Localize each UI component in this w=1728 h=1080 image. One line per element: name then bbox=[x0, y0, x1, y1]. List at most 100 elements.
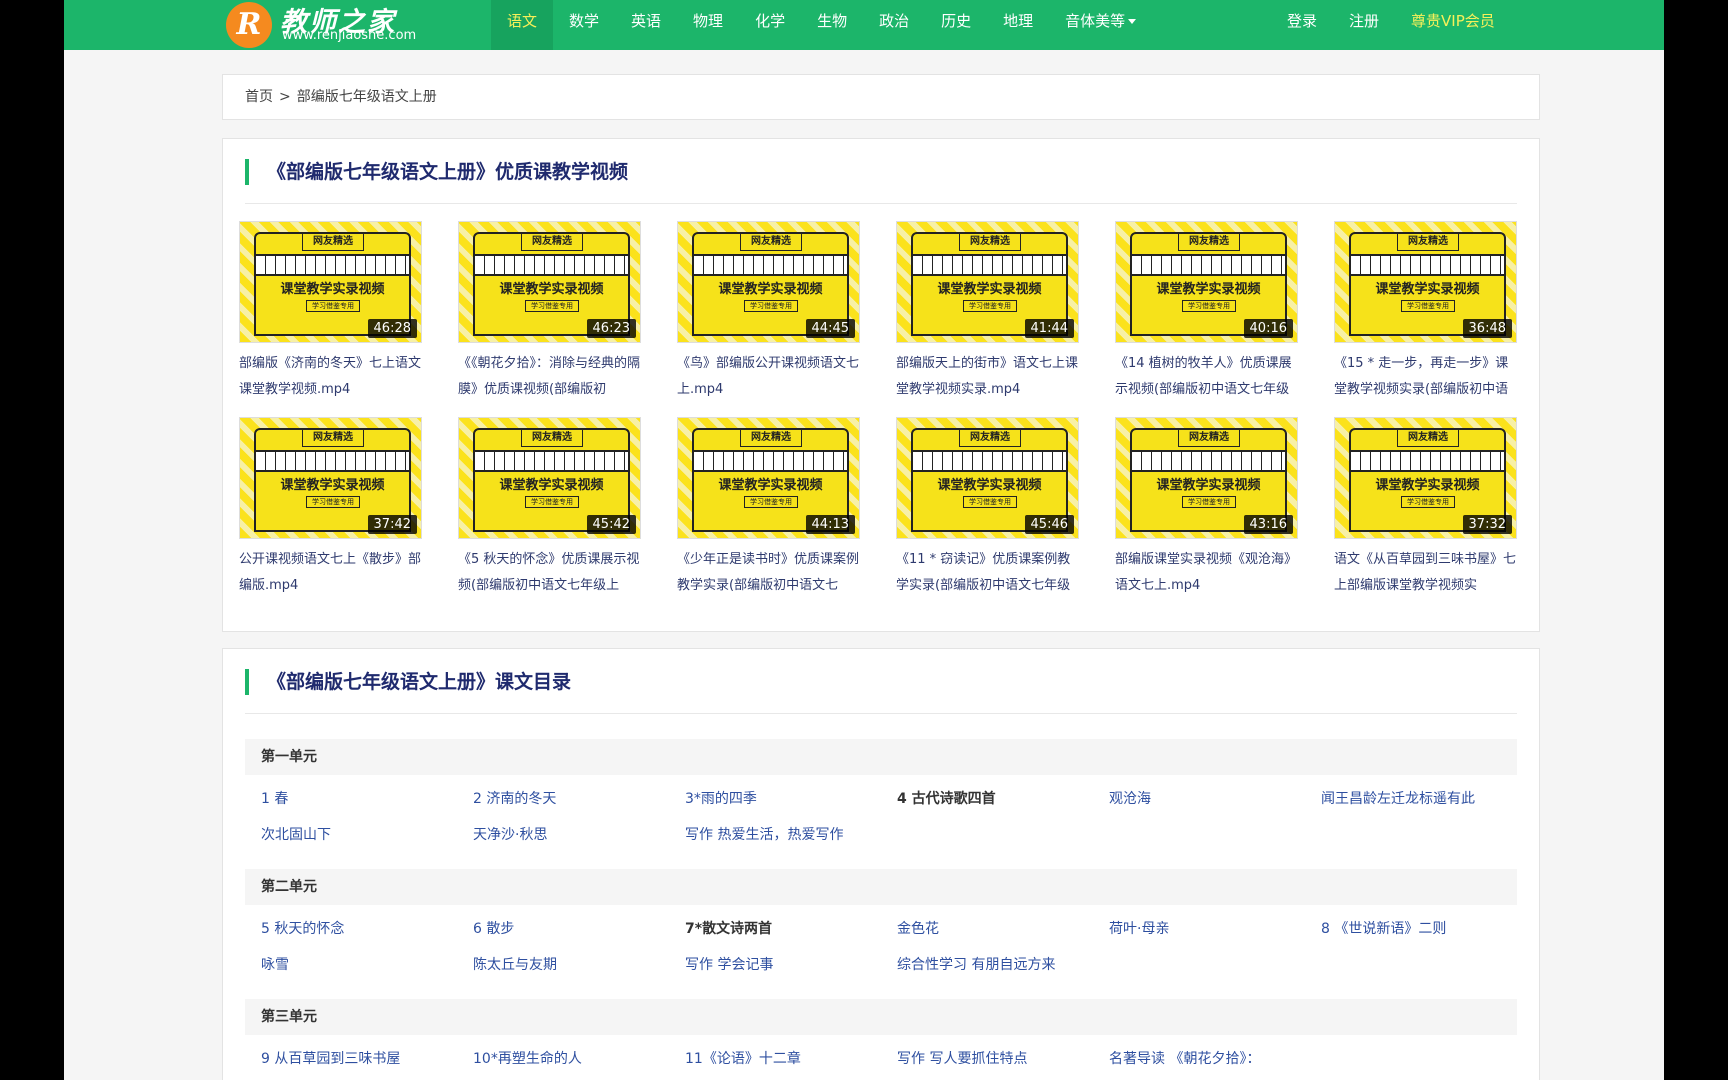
video-card[interactable]: 网友精选 课堂教学实录视频 学习借鉴专用 46:28 部编版《济南的冬天》七上语文课堂教… bbox=[239, 221, 422, 403]
lesson-link[interactable]: 8 《世说新语》二则 bbox=[1321, 919, 1533, 939]
video-card[interactable]: 网友精选 课堂教学实录视频 学习借鉴专用 46:23 《《朝花夕拾》：消除与经典的隔膜》… bbox=[458, 221, 641, 403]
lesson-link[interactable]: 3*雨的四季 bbox=[685, 789, 897, 809]
lesson-link[interactable]: 名著导读 《朝花夕拾》： bbox=[1109, 1049, 1321, 1069]
video-card[interactable]: 网友精选 课堂教学实录视频 学习借鉴专用 44:45 《鸟》部编版公开课视频语文七上.m… bbox=[677, 221, 860, 403]
video-thumbnail[interactable]: 网友精选 课堂教学实录视频 学习借鉴专用 41:44 bbox=[896, 221, 1079, 343]
lesson-link[interactable]: 1 春 bbox=[261, 789, 473, 809]
toc-row: 1 春2 济南的冬天 3*雨的四季 4 古代诗歌四首 观沧海 闻王昌龄左迁龙标遥有此 bbox=[261, 789, 1533, 809]
video-title[interactable]: 《5 秋天的怀念》优质课展示视频(部编版初中语文七年级上 bbox=[458, 547, 641, 599]
caret-down-icon bbox=[1128, 19, 1137, 24]
video-thumbnail[interactable]: 网友精选 课堂教学实录视频 学习借鉴专用 46:28 bbox=[239, 221, 422, 343]
video-title[interactable]: 语文《从百草园到三味书屋》七上部编版课堂教学视频实 bbox=[1334, 547, 1517, 599]
nav-math[interactable]: 数学 bbox=[553, 0, 615, 50]
awning-graphic bbox=[475, 254, 628, 276]
lesson-link[interactable]: 陈太丘与友期 bbox=[473, 955, 685, 975]
video-card[interactable]: 网友精选 课堂教学实录视频 学习借鉴专用 45:42 《5 秋天的怀念》优质课展示视频(… bbox=[458, 417, 641, 599]
lesson-link[interactable]: 写作 热爱生活，热爱写作 bbox=[685, 825, 897, 845]
breadcrumb-home[interactable]: 首页 bbox=[245, 89, 273, 105]
nav-geography[interactable]: 地理 bbox=[987, 0, 1049, 50]
video-duration: 46:28 bbox=[367, 319, 417, 338]
video-thumbnail[interactable]: 网友精选 课堂教学实录视频 学习借鉴专用 44:13 bbox=[677, 417, 860, 539]
thumb-tag: 网友精选 bbox=[740, 429, 802, 447]
video-thumbnail[interactable]: 网友精选 课堂教学实录视频 学习借鉴专用 45:46 bbox=[896, 417, 1079, 539]
nav-physics[interactable]: 物理 bbox=[677, 0, 739, 50]
lesson-link[interactable]: 观沧海 bbox=[1109, 789, 1321, 809]
video-card[interactable]: 网友精选 课堂教学实录视频 学习借鉴专用 40:16 《14 植树的牧羊人》优质课展示视… bbox=[1115, 221, 1298, 403]
video-duration: 37:32 bbox=[1462, 515, 1512, 534]
thumb-tag: 网友精选 bbox=[521, 429, 583, 447]
nav-chemistry[interactable]: 化学 bbox=[739, 0, 801, 50]
breadcrumb-current[interactable]: 部编版七年级语文上册 bbox=[297, 89, 437, 105]
lesson-link[interactable]: 7*散文诗两首 bbox=[685, 919, 897, 939]
video-thumbnail[interactable]: 网友精选 课堂教学实录视频 学习借鉴专用 36:48 bbox=[1334, 221, 1517, 343]
site-logo[interactable]: R 教师之家 www.renjiaoshe.com bbox=[226, 0, 491, 50]
nav-chinese[interactable]: 语文 bbox=[491, 0, 554, 50]
awning-graphic bbox=[1132, 254, 1285, 276]
video-thumbnail[interactable]: 网友精选 课堂教学实录视频 学习借鉴专用 43:16 bbox=[1115, 417, 1298, 539]
lesson-link[interactable]: 5 秋天的怀念 bbox=[261, 919, 473, 939]
lesson-link[interactable]: 4 古代诗歌四首 bbox=[897, 789, 1109, 809]
lesson-link[interactable]: 综合性学习 有朋自远方来 bbox=[897, 955, 1109, 975]
video-duration: 45:42 bbox=[586, 515, 636, 534]
video-title[interactable]: 公开课视频语文七上《散步》部编版.mp4 bbox=[239, 547, 422, 599]
thumb-tag: 网友精选 bbox=[302, 233, 364, 251]
toc-row: 9 从百草园到三味书屋 10*再塑生命的人 11《论语》十二章 写作 写人要抓住特点名… bbox=[261, 1049, 1321, 1069]
video-title[interactable]: 《11 * 窃读记》优质课案例教学实录(部编版初中语文七年级 bbox=[896, 547, 1079, 599]
video-card[interactable]: 网友精选 课堂教学实录视频 学习借鉴专用 45:46 《11 * 窃读记》优质课案例教学… bbox=[896, 417, 1079, 599]
thumb-small-label: 学习借鉴专用 bbox=[744, 496, 798, 508]
video-thumbnail[interactable]: 网友精选 课堂教学实录视频 学习借鉴专用 46:23 bbox=[458, 221, 641, 343]
awning-graphic bbox=[475, 450, 628, 472]
video-thumbnail[interactable]: 网友精选 课堂教学实录视频 学习借鉴专用 44:45 bbox=[677, 221, 860, 343]
video-card[interactable]: 网友精选 课堂教学实录视频 学习借鉴专用 37:32 语文《从百草园到三味书屋》七上部编… bbox=[1334, 417, 1517, 599]
video-title[interactable]: 《《朝花夕拾》：消除与经典的隔膜》优质课视频(部编版初 bbox=[458, 351, 641, 403]
video-title[interactable]: 《14 植树的牧羊人》优质课展示视频(部编版初中语文七年级 bbox=[1115, 351, 1298, 403]
video-thumbnail[interactable]: 网友精选 课堂教学实录视频 学习借鉴专用 37:42 bbox=[239, 417, 422, 539]
lesson-link[interactable]: 10*再塑生命的人 bbox=[473, 1049, 685, 1069]
lesson-link[interactable]: 咏雪 bbox=[261, 955, 473, 975]
video-title[interactable]: 部编版课堂实录视频《观沧海》语文七上.mp4 bbox=[1115, 547, 1298, 599]
video-title[interactable]: 部编版《济南的冬天》七上语文课堂教学视频.mp4 bbox=[239, 351, 422, 403]
thumb-small-label: 学习借鉴专用 bbox=[306, 300, 360, 312]
divider bbox=[245, 203, 1517, 204]
lesson-link[interactable]: 金色花 bbox=[897, 919, 1109, 939]
vip-link[interactable]: 尊贵VIP会员 bbox=[1395, 0, 1511, 50]
nav-biology[interactable]: 生物 bbox=[801, 0, 863, 50]
lesson-link[interactable]: 闻王昌龄左迁龙标遥有此 bbox=[1321, 789, 1533, 809]
lesson-link[interactable]: 2 济南的冬天 bbox=[473, 789, 685, 809]
video-card[interactable]: 网友精选 课堂教学实录视频 学习借鉴专用 37:42 公开课视频语文七上《散步》部编版.… bbox=[239, 417, 422, 599]
breadcrumb-separator: > bbox=[279, 89, 291, 105]
video-card[interactable]: 网友精选 课堂教学实录视频 学习借鉴专用 43:16 部编版课堂实录视频《观沧海》语文七… bbox=[1115, 417, 1298, 599]
thumb-sign: 课堂教学实录视频 bbox=[1375, 282, 1480, 297]
register-link[interactable]: 注册 bbox=[1333, 0, 1395, 50]
video-thumbnail[interactable]: 网友精选 课堂教学实录视频 学习借鉴专用 45:42 bbox=[458, 417, 641, 539]
video-thumbnail[interactable]: 网友精选 课堂教学实录视频 学习借鉴专用 37:32 bbox=[1334, 417, 1517, 539]
login-link[interactable]: 登录 bbox=[1271, 0, 1333, 50]
lesson-link[interactable]: 天净沙·秋思 bbox=[473, 825, 685, 845]
thumb-tag: 网友精选 bbox=[1397, 429, 1459, 447]
lesson-link[interactable]: 9 从百草园到三味书屋 bbox=[261, 1049, 473, 1069]
lesson-link[interactable]: 荷叶·母亲 bbox=[1109, 919, 1321, 939]
nav-politics[interactable]: 政治 bbox=[863, 0, 925, 50]
lesson-link[interactable]: 11《论语》十二章 bbox=[685, 1049, 897, 1069]
video-title[interactable]: 《鸟》部编版公开课视频语文七上.mp4 bbox=[677, 351, 860, 403]
thumb-sign: 课堂教学实录视频 bbox=[499, 282, 604, 297]
video-title[interactable]: 《15 * 走一步，再走一步》课堂教学视频实录(部编版初中语 bbox=[1334, 351, 1517, 403]
lesson-link[interactable]: 写作 写人要抓住特点 bbox=[897, 1049, 1109, 1069]
video-title[interactable]: 《少年正是读书时》优质课案例教学实录(部编版初中语文七 bbox=[677, 547, 860, 599]
lesson-link[interactable]: 写作 学会记事 bbox=[685, 955, 897, 975]
nav-more-dropdown[interactable]: 音体美等 bbox=[1049, 0, 1152, 50]
awning-graphic bbox=[1351, 450, 1504, 472]
divider bbox=[245, 713, 1517, 714]
video-card[interactable]: 网友精选 课堂教学实录视频 学习借鉴专用 41:44 部编版天上的街市》语文七上课堂教学… bbox=[896, 221, 1079, 403]
video-card[interactable]: 网友精选 课堂教学实录视频 学习借鉴专用 36:48 《15 * 走一步，再走一步》课堂… bbox=[1334, 221, 1517, 403]
nav-history[interactable]: 历史 bbox=[925, 0, 987, 50]
awning-graphic bbox=[913, 254, 1066, 276]
lesson-link[interactable]: 6 散步 bbox=[473, 919, 685, 939]
nav-english[interactable]: 英语 bbox=[615, 0, 677, 50]
video-title[interactable]: 部编版天上的街市》语文七上课堂教学视频实录.mp4 bbox=[896, 351, 1079, 403]
video-card[interactable]: 网友精选 课堂教学实录视频 学习借鉴专用 44:13 《少年正是读书时》优质课案例教学实… bbox=[677, 417, 860, 599]
toc-section-title: 《部编版七年级语文上册》课文目录 bbox=[245, 669, 571, 695]
lesson-link[interactable]: 次北固山下 bbox=[261, 825, 473, 845]
video-thumbnail[interactable]: 网友精选 课堂教学实录视频 学习借鉴专用 40:16 bbox=[1115, 221, 1298, 343]
thumb-small-label: 学习借鉴专用 bbox=[1182, 300, 1236, 312]
